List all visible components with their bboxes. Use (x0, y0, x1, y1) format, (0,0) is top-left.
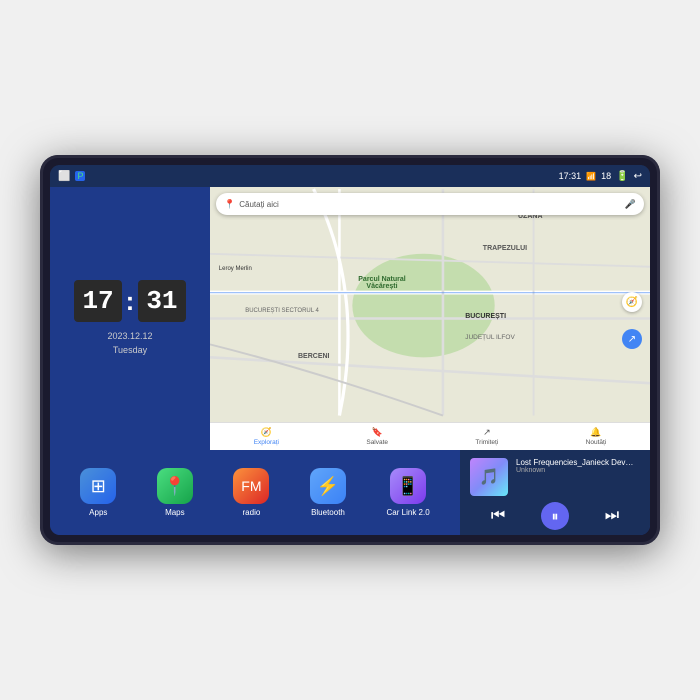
map-label-parc: Parcul Natural Văcărești (342, 276, 422, 290)
battery-label: 18 (601, 171, 611, 181)
saved-icon: 🔖 (372, 427, 383, 438)
map-label-berceni: BERCENI (298, 353, 330, 360)
map-label-sector4: BUCUREȘTI SECTORUL 4 (245, 308, 319, 314)
battery-icon: 🔋 (616, 171, 628, 182)
map-roads-svg (210, 187, 650, 450)
carlink-icon: 📱 (390, 468, 426, 504)
radio-label: radio (243, 508, 261, 517)
clock-minutes: 31 (138, 280, 185, 322)
screen: ⬜ P 17:31 📶 18 🔋 ↩ 17 : 31 2023. (50, 165, 650, 535)
map-label-judet: JUDEȚUL ILFOV (465, 334, 515, 341)
map-pin-icon: 📍 (224, 199, 235, 210)
clock-separator: : (126, 286, 135, 317)
bluetooth-icon: ⚡ (310, 468, 346, 504)
status-left: ⬜ P (58, 171, 85, 182)
music-artist: Unknown (516, 467, 640, 474)
window-icon: ⬜ (58, 171, 70, 182)
next-button[interactable]: ⏭ (599, 505, 625, 527)
car-head-unit: ⬜ P 17:31 📶 18 🔋 ↩ 17 : 31 2023. (40, 155, 660, 545)
clock-hours: 17 (74, 280, 121, 322)
bluetooth-label: Bluetooth (311, 508, 345, 517)
carlink-label: Car Link 2.0 (387, 508, 430, 517)
map-bottom-bar: 🧭 Explorați 🔖 Salvate ↗ Trimiteți 🔔 (210, 422, 650, 450)
app-maps[interactable]: 📍 Maps (157, 468, 193, 517)
maps-icon: 📍 (157, 468, 193, 504)
play-pause-button[interactable]: ⏸ (541, 502, 569, 530)
music-player: 🎵 Lost Frequencies_Janieck Devy-... Unkn… (460, 450, 650, 535)
music-info: Lost Frequencies_Janieck Devy-... Unknow… (516, 458, 640, 474)
time-display: 17:31 (559, 171, 582, 181)
day-value: Tuesday (107, 344, 152, 358)
signal-icon: 📶 (586, 172, 596, 181)
app-carlink[interactable]: 📱 Car Link 2.0 (387, 468, 430, 517)
app-bluetooth[interactable]: ⚡ Bluetooth (310, 468, 346, 517)
share-icon: ↗ (483, 427, 491, 438)
share-label: Trimiteți (475, 439, 498, 446)
map-label-leroy: Leroy Merlin (219, 266, 252, 272)
explore-label: Explorați (254, 439, 279, 446)
mic-icon[interactable]: 🎤 (625, 199, 636, 210)
map-news[interactable]: 🔔 Noutăți (586, 427, 607, 446)
map-share[interactable]: ↗ Trimiteți (475, 427, 498, 446)
apps-icon: ⊞ (80, 468, 116, 504)
map-label-bucuresti: BUCUREȘTI (465, 313, 506, 320)
news-icon: 🔔 (590, 427, 601, 438)
map-location[interactable]: ↗ (622, 329, 642, 349)
maps-label: Maps (165, 508, 185, 517)
explore-icon: 🧭 (261, 427, 272, 438)
map-area[interactable]: 📍 Căutați aici 🎤 UZANA TRAPEZULUI Parcul… (210, 187, 650, 450)
saved-label: Salvate (366, 439, 388, 446)
music-title: Lost Frequencies_Janieck Devy-... (516, 458, 636, 467)
clock-display: 17 : 31 (74, 280, 185, 322)
music-thumbnail: 🎵 (470, 458, 508, 496)
bottom-section: ⊞ Apps 📍 Maps FM radio (50, 450, 650, 535)
app-apps[interactable]: ⊞ Apps (80, 468, 116, 517)
prev-button[interactable]: ⏮ (485, 505, 511, 527)
clock-panel: 17 : 31 2023.12.12 Tuesday (50, 187, 210, 450)
search-text: Căutați aici (239, 200, 621, 209)
music-top: 🎵 Lost Frequencies_Janieck Devy-... Unkn… (470, 458, 640, 496)
radio-icon: FM (233, 468, 269, 504)
gps-icon: P (75, 171, 85, 181)
app-grid: ⊞ Apps 📍 Maps FM radio (50, 450, 460, 535)
apps-label: Apps (89, 508, 107, 517)
date-value: 2023.12.12 (107, 330, 152, 344)
map-explore[interactable]: 🧭 Explorați (254, 427, 279, 446)
date-display: 2023.12.12 Tuesday (107, 330, 152, 357)
music-controls: ⏮ ⏸ ⏭ (470, 502, 640, 530)
map-label-trapezului: TRAPEZULUI (483, 245, 527, 252)
app-radio[interactable]: FM radio (233, 468, 269, 517)
status-bar: ⬜ P 17:31 📶 18 🔋 ↩ (50, 165, 650, 187)
news-label: Noutăți (586, 439, 607, 446)
map-search-bar[interactable]: 📍 Căutați aici 🎤 (216, 193, 644, 215)
map-saved[interactable]: 🔖 Salvate (366, 427, 388, 446)
map-background: 📍 Căutați aici 🎤 UZANA TRAPEZULUI Parcul… (210, 187, 650, 450)
main-content: 17 : 31 2023.12.12 Tuesday (50, 187, 650, 450)
status-right: 17:31 📶 18 🔋 ↩ (559, 171, 642, 182)
back-icon[interactable]: ↩ (634, 171, 642, 182)
